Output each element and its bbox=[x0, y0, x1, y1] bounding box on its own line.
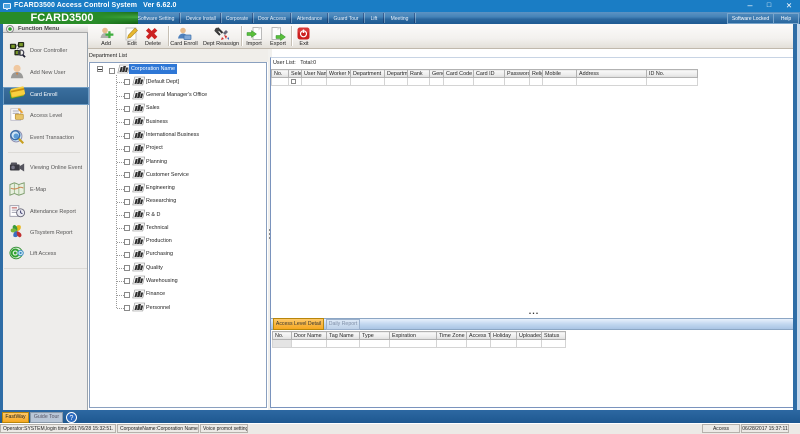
svg-text:?: ? bbox=[70, 415, 74, 422]
